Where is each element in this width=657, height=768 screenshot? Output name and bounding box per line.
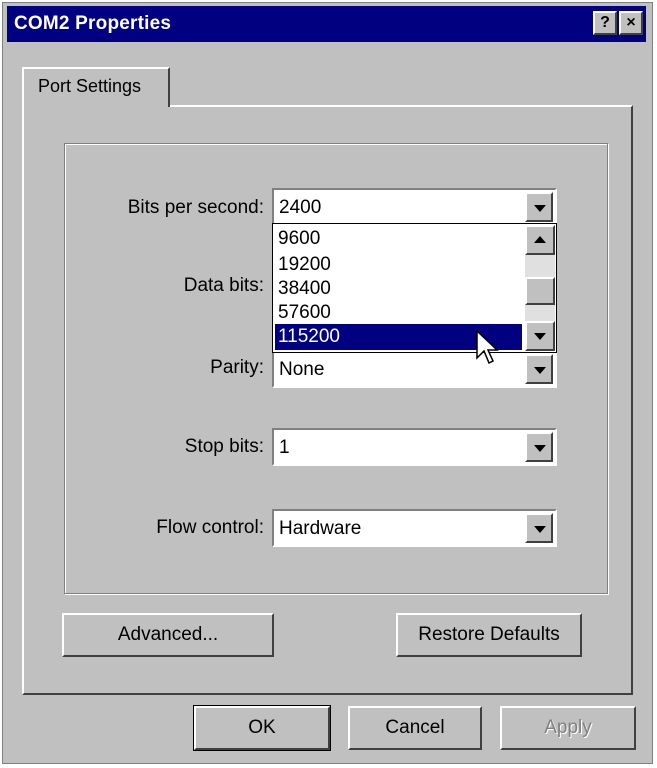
scroll-thumb[interactable] — [525, 277, 555, 305]
scroll-down-icon[interactable] — [525, 321, 555, 351]
cancel-button[interactable]: Cancel — [348, 706, 482, 750]
tab-label: Port Settings — [38, 76, 142, 96]
stop-bits-label: Stop bits: — [184, 436, 264, 457]
ok-button[interactable]: OK — [193, 705, 331, 751]
chevron-down-icon[interactable] — [525, 432, 553, 462]
restore-defaults-button[interactable]: Restore Defaults — [396, 613, 582, 657]
bits-per-second-value: 2400 — [279, 197, 322, 218]
chevron-down-icon[interactable] — [525, 513, 553, 543]
bits-per-second-combo[interactable]: 2400 — [272, 188, 557, 226]
flow-control-value: Hardware — [279, 518, 362, 539]
dropdown-option[interactable]: 38400 — [275, 276, 522, 302]
bits-per-second-label: Bits per second: — [127, 197, 264, 218]
dropdown-option[interactable]: 57600 — [275, 300, 522, 326]
parity-value: None — [279, 359, 325, 380]
help-button[interactable]: ? — [593, 11, 617, 35]
scroll-up-icon[interactable] — [525, 225, 555, 255]
close-button[interactable]: × — [619, 11, 643, 35]
flow-control-label: Flow control: — [156, 517, 264, 538]
mouse-pointer-icon — [476, 330, 499, 365]
dropdown-scrollbar[interactable] — [525, 225, 555, 351]
title-bar[interactable]: COM2 Properties ? × — [7, 6, 646, 42]
tab-port-settings[interactable]: Port Settings — [22, 67, 170, 107]
flow-control-combo[interactable]: Hardware — [272, 509, 557, 547]
chevron-down-icon[interactable] — [525, 354, 553, 384]
advanced-button[interactable]: Advanced... — [62, 613, 274, 657]
stop-bits-combo[interactable]: 1 — [272, 428, 557, 466]
data-bits-label: Data bits: — [183, 275, 264, 296]
chevron-down-icon[interactable] — [525, 192, 553, 222]
apply-button[interactable]: Apply — [500, 706, 636, 750]
parity-label: Parity: — [210, 357, 264, 378]
bits-per-second-dropdown[interactable]: 9600 19200 38400 57600 115200 — [272, 223, 557, 353]
dropdown-option[interactable]: 9600 — [275, 226, 522, 252]
stop-bits-value: 1 — [279, 437, 290, 458]
parity-combo[interactable]: None — [272, 350, 557, 388]
window-title: COM2 Properties — [14, 13, 172, 34]
dropdown-option[interactable]: 19200 — [275, 252, 522, 278]
